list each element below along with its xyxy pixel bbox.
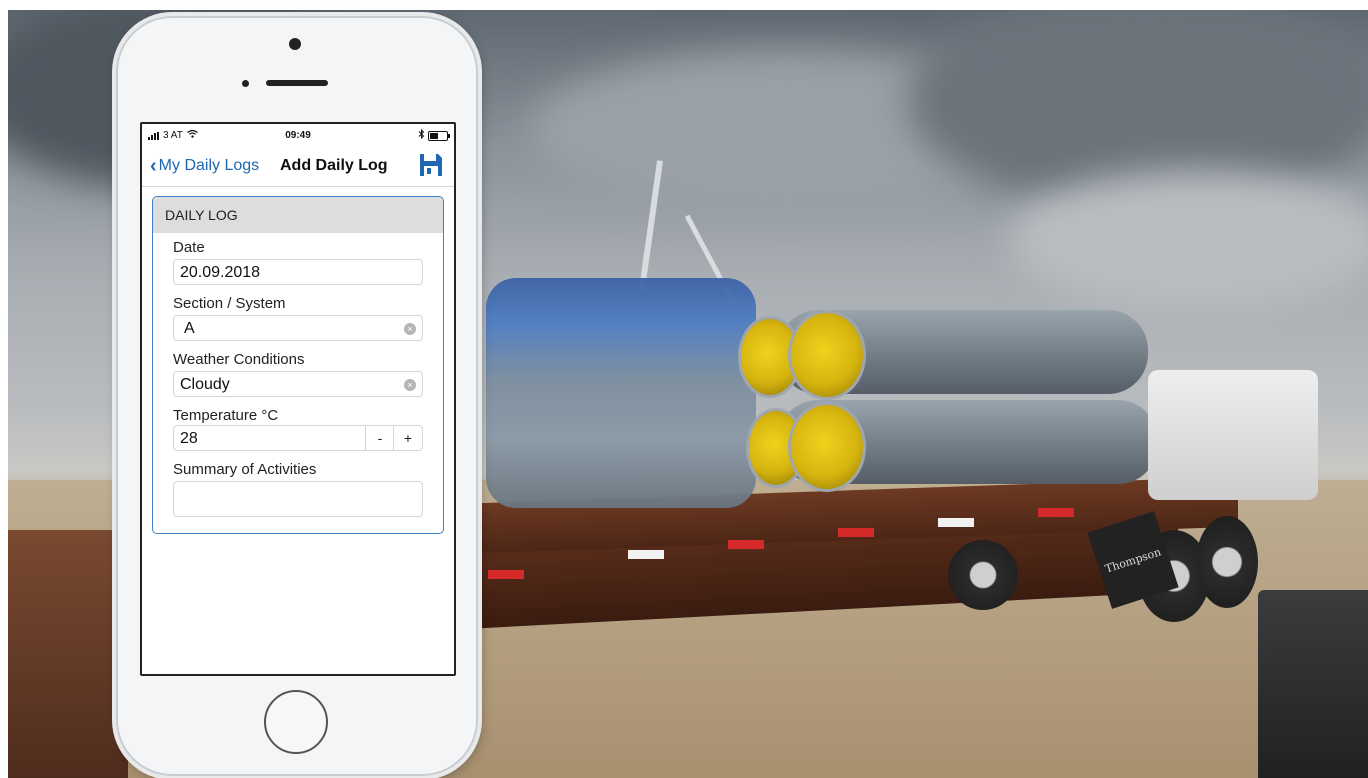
date-field[interactable]: 20.09.2018 — [173, 259, 423, 285]
phone-screen: 3 AT 09:49 ‹ My Daily Logs Add Daily Log — [140, 122, 456, 676]
back-button-label: My Daily Logs — [158, 157, 260, 174]
clear-icon[interactable]: × — [404, 379, 416, 391]
cloud — [1008, 170, 1368, 310]
status-right — [418, 128, 450, 142]
section-field[interactable]: A × — [173, 315, 423, 341]
weather-field[interactable]: Cloudy × — [173, 371, 423, 397]
summary-label: Summary of Activities — [173, 461, 317, 478]
reflector — [938, 518, 974, 527]
mudflap-text: Thompson — [1103, 545, 1163, 576]
truck-cab — [1148, 370, 1318, 500]
date-label: Date — [173, 239, 205, 256]
front-camera — [289, 38, 301, 50]
page-title: Add Daily Log — [280, 157, 388, 174]
left-trailer — [8, 530, 128, 778]
phone-frame: 3 AT 09:49 ‹ My Daily Logs Add Daily Log — [116, 16, 478, 776]
reflector — [838, 528, 874, 537]
battery-icon — [428, 130, 450, 141]
pipe-cap — [788, 310, 866, 400]
increment-button[interactable]: + — [393, 426, 422, 450]
weather-label: Weather Conditions — [173, 351, 305, 368]
summary-field[interactable] — [173, 481, 423, 517]
temperature-input[interactable]: 28 — [180, 430, 198, 447]
status-bar: 3 AT 09:49 — [142, 124, 454, 146]
sensor-dot — [242, 80, 249, 87]
temperature-stepper: 28 - + — [173, 425, 423, 451]
utility-vehicle — [1258, 590, 1368, 778]
reflector — [488, 570, 524, 579]
reflector — [1038, 508, 1074, 517]
back-button[interactable]: ‹ My Daily Logs — [150, 155, 260, 177]
pipe-cap — [788, 402, 866, 492]
form-section-header: DAILY LOG — [153, 197, 443, 233]
save-button[interactable] — [418, 152, 444, 178]
clear-icon[interactable]: × — [404, 323, 416, 335]
trailer-wheel — [948, 540, 1018, 610]
weather-value: Cloudy — [180, 376, 230, 393]
temperature-label: Temperature °C — [173, 407, 279, 424]
daily-log-form: DAILY LOG Date 20.09.2018 Section / Syst… — [152, 196, 444, 534]
earpiece-speaker — [266, 80, 328, 86]
reflector — [728, 540, 764, 549]
decrement-button[interactable]: - — [365, 426, 394, 450]
home-button[interactable] — [264, 690, 328, 754]
date-value: 20.09.2018 — [180, 264, 261, 281]
section-label: Section / System — [173, 295, 286, 312]
status-time: 09:49 — [285, 130, 311, 141]
truck-wheel — [1196, 516, 1258, 608]
bluetooth-icon — [418, 128, 425, 142]
wrapped-pipe-bundle — [486, 278, 756, 508]
save-icon — [420, 154, 442, 176]
reflector — [628, 550, 664, 559]
navigation-bar: ‹ My Daily Logs Add Daily Log — [142, 146, 454, 187]
chevron-left-icon: ‹ — [150, 155, 157, 177]
section-value: A — [184, 320, 195, 337]
